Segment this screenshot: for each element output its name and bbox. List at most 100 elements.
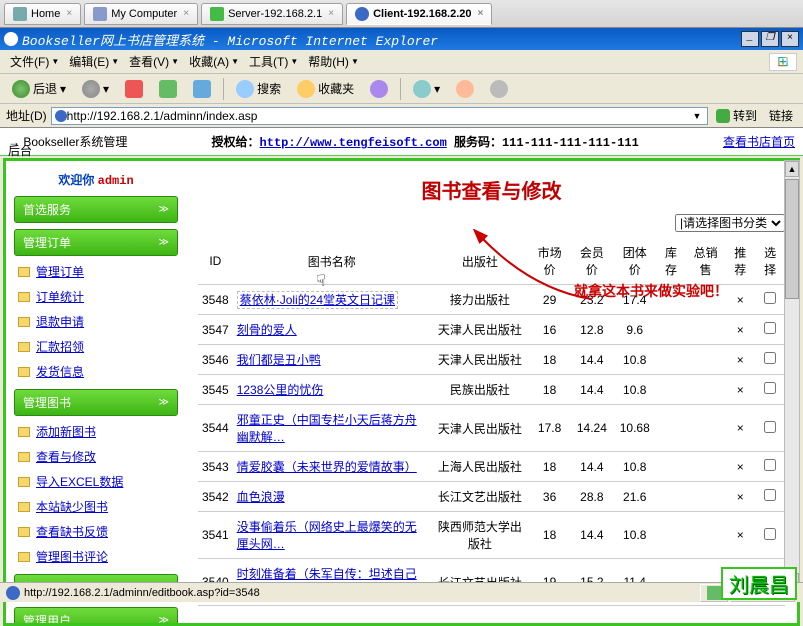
cell-pub: 民族出版社	[431, 375, 529, 405]
sidebar-link[interactable]: 管理订单	[14, 260, 178, 283]
row-checkbox[interactable]	[764, 292, 776, 304]
cell-sel	[755, 345, 785, 375]
taskbar-tab-client[interactable]: Client-192.168.2.20×	[346, 3, 492, 25]
sidebar-link[interactable]: 管理图书评论	[14, 545, 178, 568]
close-icon[interactable]: ×	[478, 8, 484, 19]
sidebar-link[interactable]: 导入EXCEL数据	[14, 470, 178, 493]
scroll-up-button[interactable]: ▲	[785, 161, 799, 177]
book-link[interactable]: 血色浪漫	[237, 490, 285, 504]
close-icon[interactable]: ×	[183, 8, 189, 19]
go-button[interactable]: 转到	[712, 105, 761, 126]
menu-view[interactable]: 查看(V)▼	[125, 51, 183, 72]
auth-link[interactable]: http://www.tengfeisoft.com	[260, 136, 447, 150]
cell-sold	[686, 452, 726, 482]
book-link[interactable]: 情爱胶囊（未来世界的爱情故事）	[237, 460, 417, 474]
ie-icon	[4, 32, 18, 46]
book-link[interactable]: 我们都是丑小鸭	[237, 353, 321, 367]
vertical-scrollbar[interactable]: ▲ ▼	[784, 160, 800, 590]
sidebar-group-header[interactable]: 管理图书≫	[14, 389, 178, 416]
sidebar-link[interactable]: 退款申请	[14, 310, 178, 333]
cell-mp: 18	[529, 452, 571, 482]
col-sold: 总销售	[686, 238, 726, 285]
cell-vp: 12.8	[570, 315, 613, 345]
maximize-button[interactable]: ❐	[761, 31, 779, 47]
sidebar-link[interactable]: 发货信息	[14, 360, 178, 383]
stop-button[interactable]	[119, 77, 149, 101]
close-icon[interactable]: ×	[66, 8, 72, 19]
ie-icon	[6, 586, 20, 600]
cell-vp: 23.2	[570, 285, 613, 315]
content: 欢迎你 admin 首选服务≫管理订单≫管理订单订单统计退款申请汇款招领发货信息…	[3, 158, 800, 626]
forward-button[interactable]: ▾	[76, 77, 115, 101]
window-titlebar: Bookseller网上书店管理系统 - Microsoft Internet …	[0, 28, 803, 50]
history-button[interactable]: ▾	[407, 77, 446, 101]
address-input[interactable]	[67, 109, 690, 123]
cell-sel	[755, 285, 785, 315]
sidebar-link[interactable]: 查看缺书反馈	[14, 520, 178, 543]
menu-file[interactable]: 文件(F)▼	[6, 51, 63, 72]
taskbar-tab-home[interactable]: Home×	[4, 3, 81, 25]
ie-icon	[355, 7, 369, 21]
taskbar-tab-mycomputer[interactable]: My Computer×	[84, 3, 198, 25]
menu-favorites[interactable]: 收藏(A)▼	[185, 51, 243, 72]
row-checkbox[interactable]	[764, 322, 776, 334]
menu-help[interactable]: 帮助(H)▼	[304, 51, 363, 72]
print-icon	[490, 80, 508, 98]
auth-text: 授权给：http://www.tengfeisoft.com 服务码：111-1…	[212, 133, 639, 150]
table-row: 3544邪童正史（中国专栏小天后蒋方舟幽默解…天津人民出版社17.814.241…	[198, 405, 785, 452]
row-checkbox[interactable]	[764, 459, 776, 471]
cell-id: 3548	[198, 285, 233, 315]
store-home-link[interactable]: 查看书店首页	[723, 133, 795, 150]
cell-rec: ×	[725, 285, 755, 315]
taskbar-tab-server[interactable]: Server-192.168.2.1×	[201, 3, 343, 25]
cell-sold	[686, 405, 726, 452]
scroll-thumb[interactable]	[785, 179, 799, 299]
cell-mp: 29	[529, 285, 571, 315]
back-button[interactable]: 后退 ▾	[6, 77, 72, 101]
search-label: 搜索	[257, 80, 281, 97]
category-select[interactable]: |请选择图书分类	[675, 214, 785, 232]
book-link[interactable]: 1238公里的忧伤	[237, 383, 324, 397]
menu-edit[interactable]: 编辑(E)▼	[65, 51, 123, 72]
sidebar-link[interactable]: 查看与修改	[14, 445, 178, 468]
row-checkbox[interactable]	[764, 421, 776, 433]
bullet-icon	[18, 552, 30, 562]
address-input-wrap[interactable]: ▼	[51, 107, 708, 125]
bullet-icon	[18, 477, 30, 487]
sidebar-link[interactable]: 订单统计	[14, 285, 178, 308]
menu-tools[interactable]: 工具(T)▼	[245, 51, 302, 72]
print-button[interactable]	[484, 77, 514, 101]
row-checkbox[interactable]	[764, 352, 776, 364]
sidebar-link[interactable]: 汇款招领	[14, 335, 178, 358]
sidebar-group-header[interactable]: 首选服务≫	[14, 196, 178, 223]
home-button[interactable]	[187, 77, 217, 101]
search-button[interactable]: 搜索	[230, 77, 287, 101]
book-link[interactable]: 邪童正史（中国专栏小天后蒋方舟幽默解…	[237, 413, 417, 444]
mail-button[interactable]	[450, 77, 480, 101]
favorites-button[interactable]: 收藏夹	[291, 77, 360, 101]
auth-row: → Bookseller系统管理 后台 授权给：http://www.tengf…	[0, 128, 803, 156]
cell-sel	[755, 315, 785, 345]
refresh-button[interactable]	[153, 77, 183, 101]
cell-vp: 14.4	[570, 452, 613, 482]
media-button[interactable]	[364, 77, 394, 101]
book-link[interactable]: 蔡依林·Joli的24堂英文日记课	[237, 291, 398, 309]
cell-rec: ×	[725, 452, 755, 482]
close-button[interactable]: ×	[781, 31, 799, 47]
row-checkbox[interactable]	[764, 528, 776, 540]
sidebar-link[interactable]: 本站缺少图书	[14, 495, 178, 518]
sidebar-link[interactable]: 添加新图书	[14, 420, 178, 443]
close-icon[interactable]: ×	[328, 8, 334, 19]
sidebar-group-header[interactable]: 管理用户≫	[14, 607, 178, 623]
row-checkbox[interactable]	[764, 489, 776, 501]
col-vp: 会员价	[570, 238, 613, 285]
book-link[interactable]: 没事偷着乐（网络史上最爆笑的无厘头网…	[237, 520, 417, 551]
col-name: 图书名称	[233, 238, 431, 285]
links-button[interactable]: 链接	[765, 105, 797, 126]
cell-name: 情爱胶囊（未来世界的爱情故事）	[233, 452, 431, 482]
row-checkbox[interactable]	[764, 382, 776, 394]
sidebar-group-header[interactable]: 管理订单≫	[14, 229, 178, 256]
book-link[interactable]: 刻骨的爱人	[237, 323, 297, 337]
minimize-button[interactable]: _	[741, 31, 759, 47]
chevron-down-icon[interactable]: ▼	[690, 111, 704, 121]
